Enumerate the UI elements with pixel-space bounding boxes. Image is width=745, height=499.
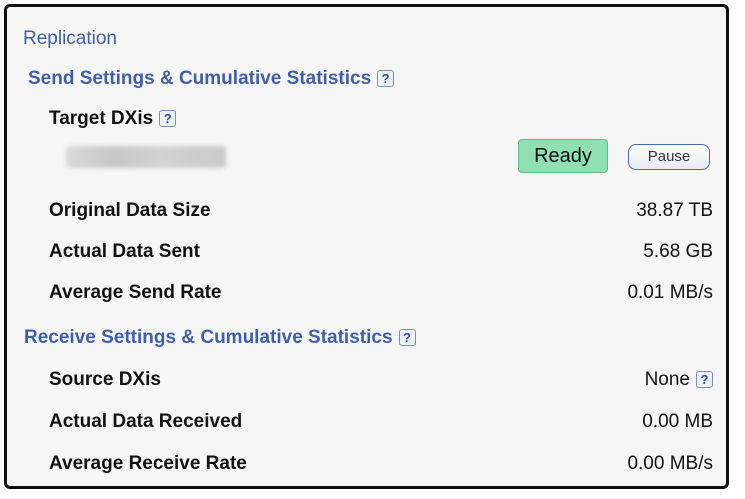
- redacted-target-address: [66, 146, 226, 168]
- stat-label: Average Receive Rate: [49, 453, 247, 474]
- stat-value: 0.00 MB/s: [627, 453, 713, 474]
- status-badge: Ready: [518, 139, 608, 173]
- receive-section-title: Receive Settings & Cumulative Statistics: [24, 327, 393, 348]
- stat-value: 0.00 MB: [642, 411, 713, 432]
- stat-label: Average Send Rate: [49, 282, 222, 303]
- target-dxis-label: Target DXis: [49, 108, 154, 129]
- stat-label: Original Data Size: [49, 200, 211, 221]
- help-icon[interactable]: ?: [398, 329, 416, 347]
- source-dxis-value-row: None?: [645, 369, 713, 391]
- help-icon[interactable]: ?: [159, 110, 177, 128]
- stat-label: Actual Data Received: [49, 411, 243, 432]
- help-icon[interactable]: ?: [377, 70, 395, 88]
- pause-button[interactable]: Pause: [628, 144, 710, 170]
- source-dxis-value: None: [644, 369, 690, 390]
- send-section-heading: Send Settings & Cumulative Statistics?: [28, 68, 395, 90]
- target-dxis-label-row: Target DXis?: [49, 108, 177, 130]
- stat-value: 0.01 MB/s: [627, 282, 713, 303]
- stat-value: 5.68 GB: [643, 241, 713, 262]
- send-section-title: Send Settings & Cumulative Statistics: [28, 68, 372, 89]
- help-icon[interactable]: ?: [696, 371, 713, 389]
- source-dxis-label: Source DXis: [49, 369, 161, 390]
- stat-label: Actual Data Sent: [49, 241, 200, 262]
- panel-title: Replication: [23, 28, 117, 49]
- receive-section-heading: Receive Settings & Cumulative Statistics…: [24, 327, 416, 349]
- stat-value: 38.87 TB: [636, 200, 713, 221]
